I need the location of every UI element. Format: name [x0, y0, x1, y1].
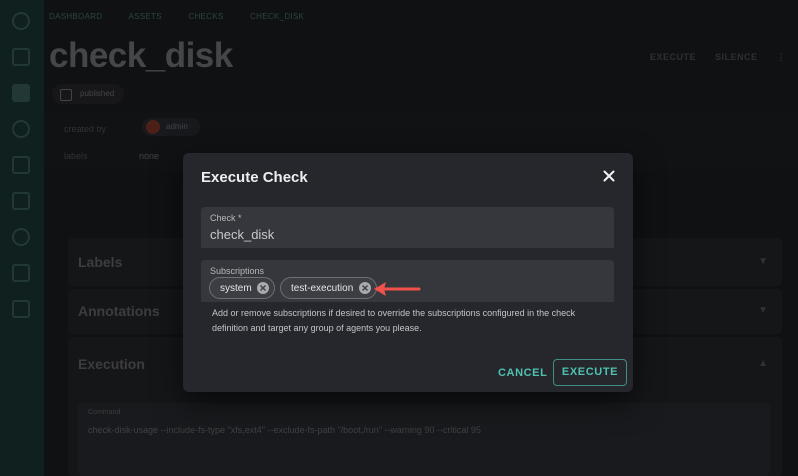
subscriptions-label: Subscriptions: [210, 266, 265, 276]
helper-text: Add or remove subscriptions if desired t…: [212, 308, 576, 333]
chip-label: test-execution: [291, 283, 354, 294]
subscription-chip[interactable]: test-execution: [280, 277, 377, 299]
check-field-value: check_disk: [210, 227, 275, 242]
check-field[interactable]: Check * check_disk: [201, 207, 614, 248]
chip-label: system: [220, 283, 252, 294]
chip-remove-icon[interactable]: [359, 282, 371, 294]
close-icon: [603, 170, 615, 182]
close-button[interactable]: [601, 168, 617, 184]
subscription-chip[interactable]: system: [209, 277, 275, 299]
execute-button[interactable]: EXECUTE: [553, 359, 627, 386]
dialog-title: Execute Check: [201, 169, 308, 186]
annotation-arrow-icon: [374, 282, 421, 296]
chip-remove-icon[interactable]: [257, 282, 269, 294]
cancel-button[interactable]: CANCEL: [498, 367, 547, 379]
execute-check-dialog: Execute Check Check * check_disk Subscri…: [183, 153, 633, 392]
check-field-label: Check *: [210, 213, 242, 223]
